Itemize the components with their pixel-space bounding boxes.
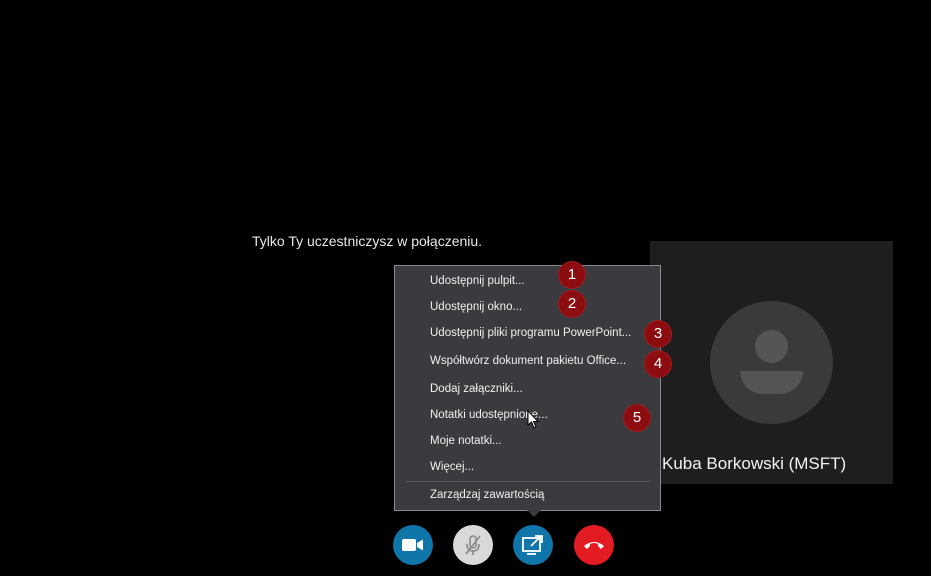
menu-item-share-desktop[interactable]: Udostępnij pulpit... [430,275,525,287]
participant-name: Kuba Borkowski (MSFT) [662,454,847,473]
menu-item-share-window[interactable]: Udostępnij okno... [430,301,522,313]
share-screen-icon [522,535,543,555]
menu-item-my-notes[interactable]: Moje notatki... [430,435,502,447]
hang-up-icon [584,542,604,549]
menu-pointer-arrow [527,510,541,517]
callout-badge-1: 1 [559,262,585,288]
microphone-muted-icon [465,535,481,555]
menu-item-share-powerpoint[interactable]: Udostępnij pliki programu PowerPoint... [430,327,631,339]
menu-item-more[interactable]: Więcej... [430,461,474,473]
video-camera-icon [402,539,423,551]
menu-item-add-attachments[interactable]: Dodaj załączniki... [430,383,523,395]
menu-item-manage-content[interactable]: Zarządzaj zawartością [430,489,544,501]
participant-tile: Kuba Borkowski (MSFT) [650,241,893,484]
share-button[interactable] [513,525,553,565]
menu-divider [405,481,650,482]
hang-up-button[interactable] [574,525,614,565]
callout-badge-5: 5 [624,405,650,431]
callout-badge-3: 3 [645,321,671,347]
video-button[interactable] [393,525,433,565]
callout-badge-2: 2 [559,291,585,317]
mute-button[interactable] [453,525,493,565]
status-text: Tylko Ty uczestniczysz w połączeniu. [252,233,483,249]
menu-item-coauthor-office[interactable]: Współtwórz dokument pakietu Office... [430,355,626,367]
callout-badge-4: 4 [645,351,671,377]
mouse-cursor-icon [527,410,540,429]
share-menu: Udostępnij pulpit... Udostępnij okno... … [394,265,661,511]
avatar [710,301,833,424]
